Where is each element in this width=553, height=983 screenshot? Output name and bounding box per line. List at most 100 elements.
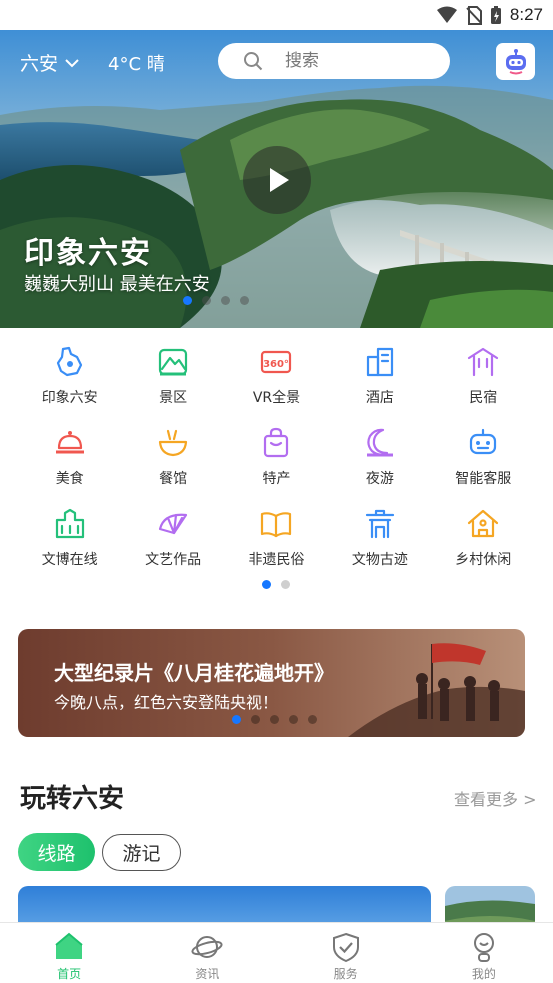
grid-item[interactable]: 文博在线 — [18, 507, 121, 588]
banner-pagination-dot[interactable] — [308, 715, 317, 724]
house-icon — [468, 509, 499, 538]
grid-pagination — [262, 580, 290, 589]
grid-item[interactable]: 乡村休闲 — [432, 507, 535, 588]
city-name: 六安 — [20, 53, 59, 75]
grid-item[interactable]: 餐馆 — [121, 426, 224, 507]
svg-text:360°: 360° — [264, 359, 290, 370]
archway-icon — [365, 509, 394, 539]
status-time: 8:27 — [509, 5, 543, 24]
hero-pagination — [183, 296, 249, 305]
planet-icon — [191, 936, 223, 958]
grid-item-label: 文艺作品 — [145, 552, 202, 568]
assistant-button[interactable] — [496, 43, 535, 80]
weather-text: 4°C 晴 — [108, 54, 165, 75]
play-icon — [270, 168, 289, 192]
shield-check-icon — [332, 932, 359, 963]
tab-travelogue[interactable]: 游记 — [102, 834, 181, 871]
grid-item-label: 美食 — [55, 471, 84, 487]
banner-subtitle: 今晚八点，红色六安登陆央视！ — [54, 693, 279, 712]
chevron-down-icon — [65, 58, 79, 67]
grid-item[interactable]: 非遗民俗 — [225, 507, 328, 588]
grid-item[interactable]: 文艺作品 — [121, 507, 224, 588]
bottom-tab-bar: 首页 资讯 服务 我的 — [0, 922, 553, 983]
play-video-button[interactable] — [243, 146, 311, 214]
search-box[interactable] — [218, 43, 450, 79]
no-sim-icon — [466, 5, 482, 25]
user-icon — [473, 933, 494, 962]
status-bar: 8:27 — [0, 0, 553, 30]
grid-item-label: VR全景 — [252, 390, 301, 406]
battery-icon — [490, 6, 501, 24]
hero-pagination-dot[interactable] — [183, 296, 192, 305]
robot-icon — [470, 428, 497, 455]
city-selector[interactable]: 六安 — [20, 49, 80, 76]
category-grid: 印象六安 景区 360° VR全景 酒店 民宿美食 餐馆 特产 夜游 智能客服文博在线 文艺作品 非遗… — [18, 345, 535, 588]
grid-item-label: 文博在线 — [41, 552, 98, 568]
banner-pagination-dot[interactable] — [232, 715, 241, 724]
grid-item[interactable]: 360° VR全景 — [225, 345, 328, 426]
vr-360-icon: 360° — [261, 350, 292, 374]
hero-title: 印象六安 — [24, 236, 152, 271]
grid-item-label: 智能客服 — [455, 471, 512, 487]
grid-pagination-dot[interactable] — [281, 580, 290, 589]
grid-item-label: 乡村休闲 — [455, 552, 512, 568]
grid-row: 美食 餐馆 特产 夜游 智能客服 — [18, 426, 535, 507]
tab-label: 资讯 — [195, 967, 220, 981]
grid-item-label: 特产 — [262, 471, 291, 487]
robot-icon — [505, 48, 526, 74]
hero-pagination-dot[interactable] — [240, 296, 249, 305]
grid-pagination-dot[interactable] — [262, 580, 271, 589]
grid-item[interactable]: 酒店 — [328, 345, 431, 426]
mountain-icon — [158, 348, 188, 376]
banner-pagination-dot[interactable] — [251, 715, 260, 724]
grid-item-label: 酒店 — [365, 390, 394, 406]
tab-route[interactable]: 线路 — [18, 833, 95, 871]
grid-item[interactable]: 印象六安 — [18, 345, 121, 426]
grid-item-label: 文物古迹 — [351, 552, 408, 568]
hero-pagination-dot[interactable] — [221, 296, 230, 305]
banner-pagination-dot[interactable] — [289, 715, 298, 724]
hero-subtitle: 巍巍大别山 最美在六安 — [24, 274, 210, 295]
grid-item-label: 印象六安 — [41, 390, 98, 406]
grid-item-label: 景区 — [159, 390, 188, 406]
tab-home[interactable]: 首页 — [0, 923, 138, 983]
grid-item-label: 非遗民俗 — [248, 552, 305, 568]
view-more-link[interactable]: 查看更多 > — [454, 786, 537, 810]
grid-item-label: 民宿 — [469, 390, 498, 406]
tab-label: 服务 — [333, 967, 358, 981]
tab-service[interactable]: 服务 — [277, 923, 415, 983]
hero-carousel[interactable]: 六安 4°C 晴 印象六安 巍巍大别山 最美在六安 — [0, 30, 553, 328]
grid-item[interactable]: 智能客服 — [432, 426, 535, 507]
wifi-icon — [436, 6, 457, 23]
promo-banner[interactable]: 大型纪录片《八月桂花遍地开》 今晚八点，红色六安登陆央视！ — [18, 629, 525, 737]
grid-item-label: 夜游 — [365, 471, 394, 487]
bowl-icon — [158, 429, 188, 457]
banner-pagination-dot[interactable] — [270, 715, 279, 724]
grid-item[interactable]: 美食 — [18, 426, 121, 507]
building-icon — [366, 347, 393, 377]
grid-item[interactable]: 民宿 — [432, 345, 535, 426]
map-region-icon — [56, 346, 82, 377]
search-icon — [244, 52, 263, 71]
grid-row: 印象六安 景区 360° VR全景 酒店 民宿 — [18, 345, 535, 426]
banner-pagination — [232, 715, 317, 724]
banner-title: 大型纪录片《八月桂花遍地开》 — [54, 661, 334, 685]
tab-mine[interactable]: 我的 — [415, 923, 553, 983]
cloche-icon — [55, 431, 84, 454]
tab-news[interactable]: 资讯 — [138, 923, 276, 983]
grid-item[interactable]: 夜游 — [328, 426, 431, 507]
home-icon — [55, 932, 83, 959]
grid-row: 文博在线 文艺作品 非遗民俗 文物古迹 乡村休闲 — [18, 507, 535, 588]
hero-pagination-dot[interactable] — [202, 296, 211, 305]
museum-icon — [55, 508, 84, 539]
grid-item[interactable]: 景区 — [121, 345, 224, 426]
book-icon — [261, 512, 292, 538]
header-bar: 六安 4°C 晴 — [0, 30, 553, 92]
search-input[interactable] — [285, 51, 425, 71]
tab-label: 我的 — [471, 967, 496, 981]
grid-item-label: 餐馆 — [159, 471, 188, 487]
gift-bag-icon — [264, 427, 289, 458]
fan-icon — [158, 513, 188, 535]
grid-item[interactable]: 文物古迹 — [328, 507, 431, 588]
grid-item[interactable]: 特产 — [225, 426, 328, 507]
